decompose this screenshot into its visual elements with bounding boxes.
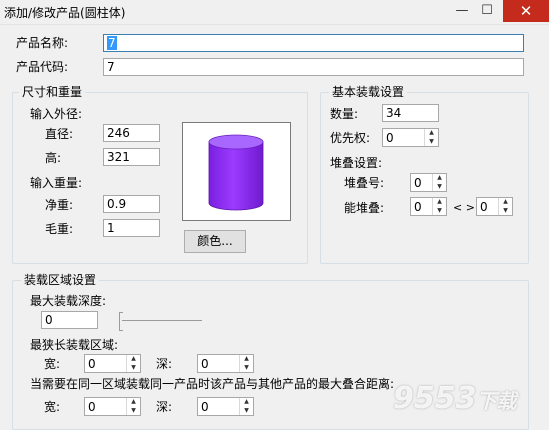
gross-weight-label: 毛重: xyxy=(45,222,74,236)
spin-down-icon[interactable]: ▼ xyxy=(240,407,253,415)
can-stack-value: 0 xyxy=(414,200,422,214)
quantity-input[interactable]: 34 xyxy=(382,104,439,122)
max-depth-slider-thumb[interactable] xyxy=(119,312,123,331)
spin-down-icon[interactable]: ▼ xyxy=(127,407,140,415)
area-width-label: 宽: xyxy=(44,357,61,371)
product-code-input[interactable]: 7 xyxy=(103,58,524,76)
close-icon: ✕ xyxy=(519,2,533,20)
can-stack-label: 能堆叠: xyxy=(344,201,385,215)
can-stack-max-spinner[interactable]: 0 ▲ ▼ xyxy=(476,197,513,216)
area-depth-label: 深: xyxy=(156,357,173,371)
spin-up-icon[interactable]: ▲ xyxy=(433,174,446,182)
diameter-input[interactable]: 246 xyxy=(103,124,160,142)
minimize-button[interactable]: — xyxy=(452,2,472,20)
spin-down-icon[interactable]: ▼ xyxy=(433,183,446,191)
product-name-label: 产品名称: xyxy=(16,36,69,50)
overlap-depth-spinner[interactable]: 0 ▲ ▼ xyxy=(197,397,254,416)
close-button[interactable]: ✕ xyxy=(503,0,549,22)
gross-weight-input[interactable]: 1 xyxy=(103,219,160,237)
spin-up-icon[interactable]: ▲ xyxy=(499,198,512,206)
spin-up-icon[interactable]: ▲ xyxy=(127,398,140,406)
spin-up-icon[interactable]: ▲ xyxy=(240,355,253,363)
area-depth-spinner[interactable]: 0 ▲ ▼ xyxy=(197,354,254,373)
stack-number-spinner[interactable]: 0 ▲ ▼ xyxy=(410,173,447,192)
spin-up-icon[interactable]: ▲ xyxy=(127,355,140,363)
maximize-button[interactable]: ☐ xyxy=(477,2,497,20)
overlap-width-label: 宽: xyxy=(44,400,61,414)
max-depth-label: 最大装载深度: xyxy=(30,294,107,308)
product-name-value: 7 xyxy=(107,36,117,50)
area-width-value: 0 xyxy=(88,357,96,371)
spin-down-icon[interactable]: ▼ xyxy=(499,207,512,215)
stack-number-value: 0 xyxy=(414,176,422,190)
max-depth-input[interactable]: 0 xyxy=(41,311,98,329)
priority-label: 优先权: xyxy=(330,131,371,145)
diameter-label: 直径: xyxy=(45,127,74,141)
spin-down-icon[interactable]: ▼ xyxy=(240,364,253,372)
spin-down-icon[interactable]: ▼ xyxy=(433,207,446,215)
spin-up-icon[interactable]: ▲ xyxy=(240,398,253,406)
spin-down-icon[interactable]: ▼ xyxy=(425,138,438,146)
net-weight-label: 净重: xyxy=(45,198,74,212)
spin-down-icon[interactable]: ▼ xyxy=(127,364,140,372)
product-code-label: 产品代码: xyxy=(16,60,69,74)
narrow-area-label: 最狭长装载区域: xyxy=(30,338,119,352)
watermark-logo: 9553下载 xyxy=(393,382,517,418)
watermark-number: 9553 xyxy=(393,381,477,416)
height-label: 高: xyxy=(45,151,62,165)
spin-up-icon[interactable]: ▲ xyxy=(425,129,438,137)
window-title: 添加/修改产品(圆柱体) xyxy=(4,6,126,20)
loading-area-title: 装载区域设置 xyxy=(21,273,100,287)
priority-spinner[interactable]: 0 ▲ ▼ xyxy=(382,128,439,147)
height-input[interactable]: 321 xyxy=(103,148,160,166)
watermark-suffix: 下载 xyxy=(476,389,517,413)
spin-up-icon[interactable]: ▲ xyxy=(433,198,446,206)
area-width-spinner[interactable]: 0 ▲ ▼ xyxy=(84,354,141,373)
color-button[interactable]: 颜色... xyxy=(184,230,246,253)
overlap-depth-value: 0 xyxy=(201,400,209,414)
quantity-label: 数量: xyxy=(330,107,359,121)
stack-number-label: 堆叠号: xyxy=(344,176,385,190)
overlap-width-spinner[interactable]: 0 ▲ ▼ xyxy=(84,397,141,416)
stack-settings-label: 堆叠设置: xyxy=(330,156,383,170)
size-weight-title: 尺寸和重量 xyxy=(19,85,86,99)
shape-preview xyxy=(182,122,291,221)
outer-size-label: 输入外径: xyxy=(30,107,83,121)
max-depth-slider-track[interactable] xyxy=(122,320,202,321)
can-stack-spinner[interactable]: 0 ▲ ▼ xyxy=(410,197,447,216)
area-depth-value: 0 xyxy=(201,357,209,371)
priority-value: 0 xyxy=(386,131,394,145)
cylinder-icon xyxy=(208,134,264,211)
can-stack-max-value: 0 xyxy=(480,200,488,214)
range-separator: < > xyxy=(453,201,475,214)
basic-loading-title: 基本装载设置 xyxy=(329,85,408,99)
net-weight-input[interactable]: 0.9 xyxy=(103,195,160,213)
product-name-input[interactable]: 7 xyxy=(103,34,524,52)
overlap-label: 当需要在同一区域装载同一产品时该产品与其他产品的最大叠合距离: xyxy=(30,377,395,391)
minimize-icon: — xyxy=(455,3,469,18)
overlap-width-value: 0 xyxy=(88,400,96,414)
weight-label: 输入重量: xyxy=(30,176,83,190)
maximize-icon: ☐ xyxy=(481,3,493,18)
overlap-depth-label: 深: xyxy=(156,400,173,414)
